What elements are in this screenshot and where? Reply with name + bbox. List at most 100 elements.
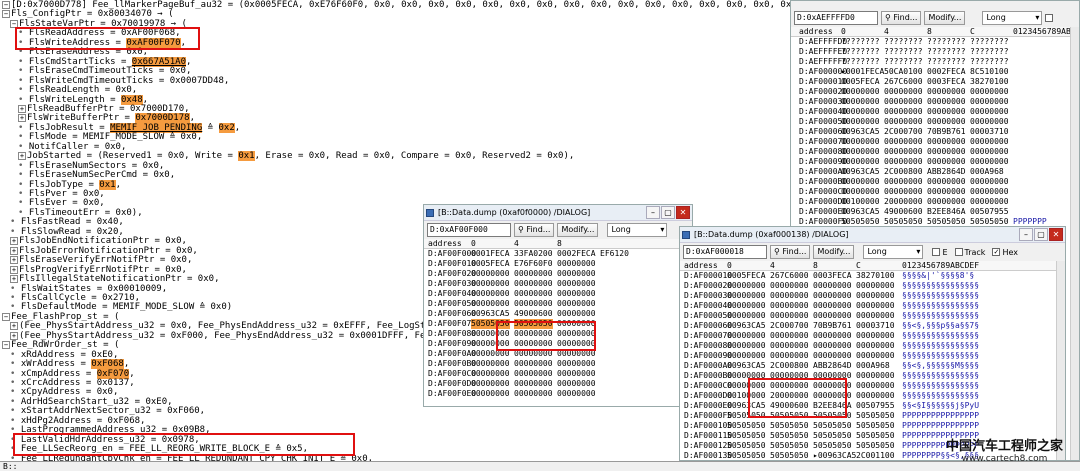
memory-row[interactable]: D:AF0000F0 50505050 50505050 50505050 505050…	[680, 411, 1065, 421]
memory-cell[interactable]: 00000000	[557, 269, 596, 279]
memory-cell[interactable]: §§§§§§§§§§§§§§§§	[902, 381, 979, 391]
memory-row[interactable]: D:AF00F030 00000000 00000000 00000000	[424, 279, 692, 289]
memory-cell[interactable]: 00000000	[770, 301, 809, 311]
memory-row[interactable]: D:AF00F000 0001FECA 33FA0200 0002FECA EF6120	[424, 249, 692, 259]
memory-cell[interactable]: 00000000	[841, 87, 880, 97]
memory-cell[interactable]: 00963CA5	[841, 167, 880, 177]
memory-cell[interactable]: 00000000	[471, 299, 510, 309]
memory-grid[interactable]: address 0 4 8 C 0123456789ABCDEF D:AF000010 000…	[680, 261, 1065, 460]
memory-cell[interactable]: ????????	[884, 37, 923, 47]
minimize-icon[interactable]: –	[1019, 228, 1033, 241]
memory-cell[interactable]: 00000000	[471, 329, 510, 339]
memory-row[interactable]: D:AF00F080 00000000 00000000 00000000	[424, 329, 692, 339]
memory-row[interactable]: D:AF00F060 00963CA5 49000600 00000000	[424, 309, 692, 319]
memory-cell[interactable]: 00000000	[884, 87, 923, 97]
memory-cell[interactable]: 00100000	[841, 197, 880, 207]
memory-cell[interactable]: 33FA0200	[514, 249, 553, 259]
memory-cell[interactable]: 00000000	[727, 341, 766, 351]
memory-cell[interactable]: 00000000	[970, 117, 1009, 127]
memory-cell[interactable]: 0003FECA	[927, 77, 966, 87]
memory-cell[interactable]: 00000000	[927, 107, 966, 117]
memory-cell[interactable]: 2C000700	[770, 321, 809, 331]
memory-cell[interactable]: 50505050	[514, 319, 553, 329]
maximize-icon[interactable]: ▢	[1034, 228, 1048, 241]
memory-cell[interactable]: 50505050	[727, 431, 766, 441]
memory-row[interactable]: D:AF000050 00000000 00000000 00000000 000000…	[680, 311, 1065, 321]
memory-cell[interactable]: 00000000	[884, 107, 923, 117]
memory-row[interactable]: D:AF0000B0 00000000 00000000 00000000 000000…	[791, 177, 1079, 187]
memory-row[interactable]: D:AF0000E0 00963CA5 49000600 B2EE846A 005079…	[680, 401, 1065, 411]
checkbox-hex[interactable]: ✓ Hex	[992, 248, 1018, 257]
memory-cell[interactable]: 00000000	[557, 379, 596, 389]
memory-cell[interactable]: B2EE846A	[813, 401, 852, 411]
memory-row[interactable]: D:AF000040 00000000 00000000 00000000 000000…	[680, 301, 1065, 311]
memory-row[interactable]: D:AF000060 00963CA5 2C000700 70B9B761 000037…	[791, 127, 1079, 137]
modify-button[interactable]: Modify...	[813, 245, 855, 259]
memory-cell[interactable]: 00000000	[927, 137, 966, 147]
memory-cell[interactable]: 50505050	[770, 431, 809, 441]
memory-cell[interactable]: 00000000	[471, 269, 510, 279]
memory-row[interactable]: D:AF00F070 50505050 50505050 00000000	[424, 319, 692, 329]
memory-cell[interactable]: 00000000	[841, 187, 880, 197]
memory-cell[interactable]: 00000000	[841, 157, 880, 167]
memory-cell[interactable]: 00000000	[514, 369, 553, 379]
tree-line[interactable]: + FlsIllegalStateNotificationPtr = 0x0,	[10, 274, 219, 284]
memory-cell[interactable]: 00963CA5	[841, 207, 880, 217]
memory-row[interactable]: D:AF000080 00000000 00000000 00000000 000000…	[680, 341, 1065, 351]
memory-cell[interactable]: 00963CA5	[727, 401, 766, 411]
memory-cell[interactable]: 00000000	[557, 339, 596, 349]
find-button[interactable]: ⚲ Find...	[881, 11, 922, 25]
memory-cell[interactable]: ▸0001FECA	[841, 67, 884, 77]
memory-cell[interactable]: 00000000	[471, 289, 510, 299]
memory-cell[interactable]: 00507955	[970, 207, 1009, 217]
memory-cell[interactable]: 50505050	[471, 319, 510, 329]
memory-cell[interactable]: PPPPPPPPPPPPPPPP	[902, 411, 979, 421]
tree-line[interactable]: + FlsEraseVerifyErrNotifPtr = 0x0,	[10, 255, 192, 265]
memory-cell[interactable]: 00963CA5	[727, 361, 766, 371]
memory-row[interactable]: D:AF0000D0 00100000 20000000 00000000 000000…	[680, 391, 1065, 401]
memory-cell[interactable]: 00000000	[970, 87, 1009, 97]
memory-cell[interactable]: 00000000	[970, 107, 1009, 117]
memory-row[interactable]: D:AF00F0C0 00000000 00000000 00000000	[424, 369, 692, 379]
memory-cell[interactable]: ????????	[884, 47, 923, 57]
memory-cell[interactable]: 00000000	[970, 177, 1009, 187]
memory-cell[interactable]: 00000000	[927, 187, 966, 197]
memory-cell[interactable]: ▸00963CA5	[813, 451, 856, 460]
format-select[interactable]: Long ▾	[863, 245, 924, 259]
memory-cell[interactable]: 00000000	[970, 97, 1009, 107]
minimize-icon[interactable]: –	[646, 206, 660, 219]
memory-cell[interactable]: 50505050	[770, 411, 809, 421]
memory-cell[interactable]: 50505050	[813, 441, 852, 451]
memory-row[interactable]: D:AF00F090 00000000 00000000 00000000	[424, 339, 692, 349]
memory-cell[interactable]: 00000000	[813, 301, 852, 311]
memory-cell[interactable]: 00000000	[471, 369, 510, 379]
memory-cell[interactable]: 00000000	[841, 107, 880, 117]
memory-cell[interactable]: 00963CA5	[841, 127, 880, 137]
memory-cell[interactable]: 0005FECA	[841, 77, 880, 87]
memory-cell[interactable]: 50505050	[856, 421, 895, 431]
memory-cell[interactable]: 00000000	[514, 349, 553, 359]
memory-cell[interactable]: 00000000	[856, 331, 895, 341]
tree-line[interactable]: • FlsReadAddress = 0xAF00F068,	[18, 28, 181, 38]
memory-cell[interactable]: §§§§§§§§§§§§§§§§	[902, 291, 979, 301]
tree-line[interactable]: • Fee_LLSecReorg_en = FEE_LL_REORG_WRITE…	[10, 444, 308, 454]
memory-cell[interactable]: 00000000	[856, 281, 895, 291]
memory-row[interactable]: D:AF00F0A0 00000000 00000000 00000000	[424, 349, 692, 359]
memory-cell[interactable]: ????????	[970, 47, 1009, 57]
memory-cell[interactable]: §§§§§§§§§§§§§§§§	[902, 391, 979, 401]
memory-cell[interactable]: 00000000	[471, 349, 510, 359]
memory-cell[interactable]: 50505050	[856, 411, 895, 421]
memory-cell[interactable]: 2C001100	[856, 451, 895, 460]
memory-row[interactable]: D:AF000100505050505050505050505050505050…	[680, 421, 1065, 431]
memory-cell[interactable]: 00000000	[856, 371, 895, 381]
memory-cell[interactable]: 000A968	[856, 361, 890, 371]
memory-cell[interactable]: 00000000	[514, 339, 553, 349]
tree-line[interactable]: + FlsJobEndNotificationPtr = 0x0,	[10, 236, 187, 246]
memory-cell[interactable]: §§§§§§§§§§§§§§§§	[902, 311, 979, 321]
memory-cell[interactable]: 00000000	[557, 359, 596, 369]
memory-cell[interactable]: ABB2864D	[927, 167, 966, 177]
tree-line[interactable]: • FlsEraseCmdTimeoutTicks = 0x0,	[18, 66, 191, 76]
memory-cell[interactable]: ????????	[841, 37, 880, 47]
memory-row[interactable]: D:AF0000E0 00963CA5 49000600 B2EE846A 005079…	[791, 207, 1079, 217]
tree-line[interactable]: + FlsWriteBufferPtr = 0x7000D178,	[18, 113, 195, 123]
